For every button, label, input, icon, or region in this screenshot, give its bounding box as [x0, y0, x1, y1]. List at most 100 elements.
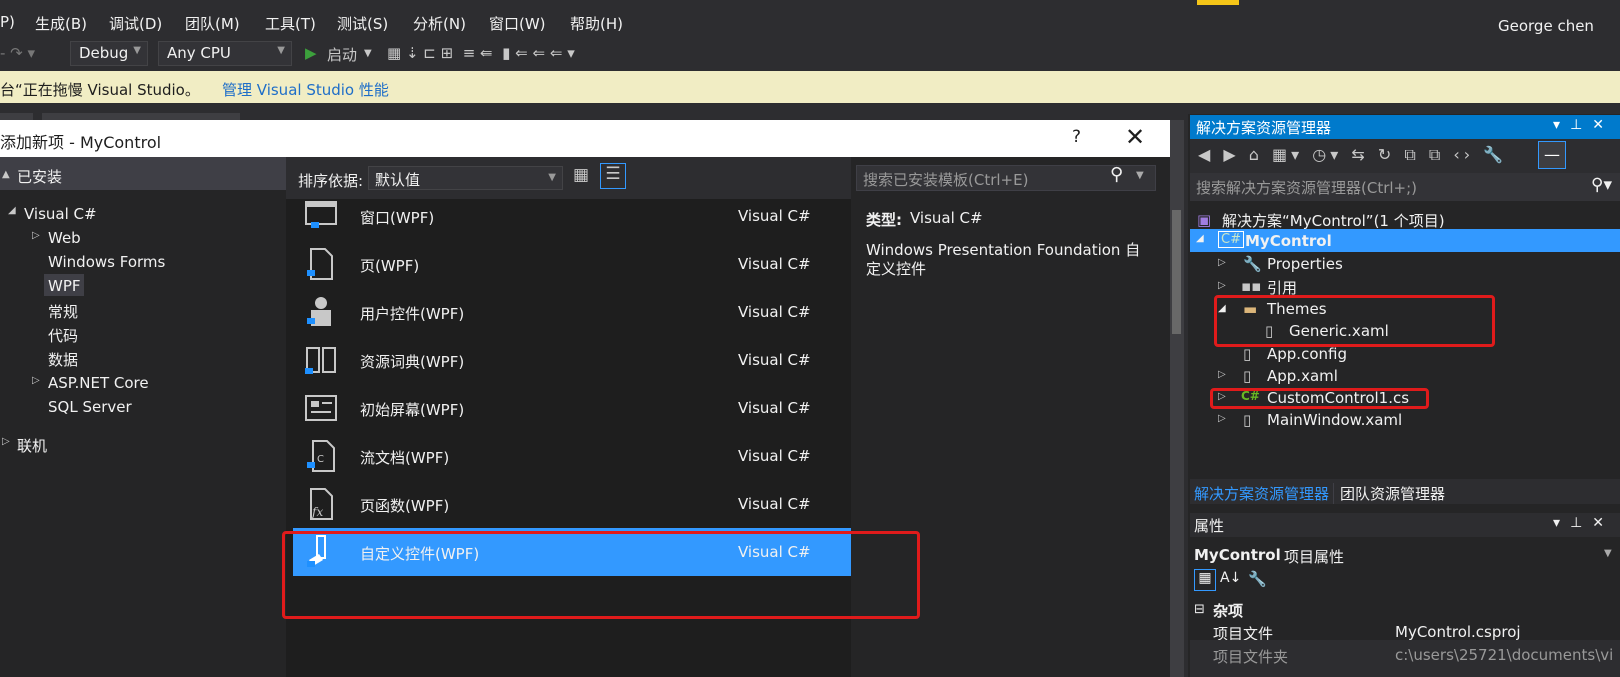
tree-sql-server[interactable]: SQL Server: [48, 398, 132, 416]
template-icon: [303, 246, 339, 282]
expand-icon[interactable]: ▷: [1218, 413, 1226, 424]
template-window-wpf[interactable]: 窗口(WPF) Visual C#: [293, 192, 851, 240]
template-name: 流文档(WPF): [360, 449, 450, 467]
alphabetical-icon[interactable]: A↓: [1220, 570, 1241, 586]
help-button[interactable]: ?: [1072, 127, 1081, 147]
tab-team-explorer[interactable]: 团队资源管理器: [1333, 483, 1445, 504]
editor-scrollbar[interactable]: [1170, 120, 1184, 677]
expand-icon[interactable]: ▷: [1218, 257, 1226, 268]
expand-icon[interactable]: ▷: [32, 375, 40, 386]
menu-window[interactable]: 窗口(W): [489, 13, 546, 34]
category-misc: 杂项: [1213, 602, 1244, 620]
start-dropdown-icon[interactable]: ▼: [364, 48, 372, 59]
menu-team[interactable]: 团队(M): [185, 13, 240, 34]
menu-project[interactable]: P): [0, 13, 15, 31]
panel-window-buttons[interactable]: ▾⊥✕: [1553, 515, 1614, 531]
properties-object-name: MyControl: [1194, 546, 1281, 564]
user-name[interactable]: George chen: [1498, 17, 1594, 35]
categorized-icon[interactable]: ▦: [1194, 569, 1216, 591]
solution-node[interactable]: 解决方案“MyControl”(1 个项目): [1222, 210, 1445, 231]
collapse-icon[interactable]: ◢: [8, 205, 16, 216]
close-button[interactable]: ✕: [1125, 123, 1145, 151]
app-xaml-node[interactable]: App.xaml: [1267, 367, 1338, 385]
expand-icon[interactable]: ▲: [2, 169, 10, 180]
app-config-node[interactable]: App.config: [1267, 345, 1347, 363]
solution-explorer-toolbar: ◀ ▶ ⌂ ▦▾ ◷▾ ⇆ ↻ ⧉ ⧉ ‹› 🔧 —: [1190, 139, 1620, 173]
infobar-message: 台“正在拖慢 Visual Studio。: [0, 81, 200, 99]
tree-aspnet-core[interactable]: ASP.NET Core: [48, 374, 149, 392]
template-name: 页(WPF): [360, 257, 420, 275]
sort-label: 排序依据:: [298, 172, 364, 190]
tree-installed[interactable]: 已安装: [17, 166, 62, 187]
solution-search-input[interactable]: 搜索解决方案资源管理器(Ctrl+;) ⚲▾: [1190, 173, 1620, 201]
menu-build[interactable]: 生成(B): [35, 13, 87, 34]
tree-code[interactable]: 代码: [48, 325, 78, 346]
property-value[interactable]: c:\users\25721\documents\vi: [1395, 646, 1620, 664]
expand-icon[interactable]: ▷: [1218, 369, 1226, 380]
expand-icon[interactable]: ▷: [2, 436, 10, 447]
solution-explorer-tool-icons[interactable]: ◀ ▶ ⌂ ▦▾ ◷▾ ⇆ ↻ ⧉ ⧉ ‹› 🔧: [1198, 145, 1507, 165]
scrollbar-thumb[interactable]: [1172, 210, 1181, 334]
template-icon: fx: [303, 486, 339, 522]
template-icon: [303, 390, 339, 426]
description-type-label: 类型:: [866, 211, 902, 229]
menu-analyze[interactable]: 分析(N): [413, 13, 466, 34]
property-name[interactable]: 项目文件夹: [1213, 646, 1288, 667]
tree-general[interactable]: 常规: [48, 301, 78, 322]
template-resource-dictionary-wpf[interactable]: 资源词典(WPF) Visual C#: [293, 336, 851, 384]
expand-icon[interactable]: ▷: [1218, 280, 1226, 291]
template-icon: [303, 342, 339, 378]
template-splash-screen-wpf[interactable]: 初始屏幕(WPF) Visual C#: [293, 384, 851, 432]
search-icon[interactable]: ⚲: [1110, 164, 1123, 185]
solution-search-placeholder: 搜索解决方案资源管理器(Ctrl+;): [1196, 179, 1418, 197]
tree-visual-csharp[interactable]: Visual C#: [24, 205, 97, 223]
undo-icon[interactable]: - ↷ ▾: [0, 44, 35, 62]
search-icon[interactable]: ⚲▾: [1591, 175, 1612, 195]
tree-online[interactable]: 联机: [17, 435, 47, 456]
document-tabstrip: [0, 103, 1180, 121]
tree-windows-forms[interactable]: Windows Forms: [48, 253, 165, 271]
sort-value: 默认值: [375, 171, 421, 189]
play-icon[interactable]: ▶: [305, 44, 317, 62]
grid-view-icon[interactable]: ▦: [573, 165, 589, 185]
property-value[interactable]: MyControl.csproj: [1395, 623, 1521, 641]
template-page-wpf[interactable]: 页(WPF) Visual C#: [293, 240, 851, 288]
annotation-box-customcontrol-file: [1210, 388, 1429, 409]
notification-tab[interactable]: [1197, 0, 1239, 5]
sort-select[interactable]: 默认值 ▼: [368, 166, 563, 190]
preview-selected-icon[interactable]: —: [1538, 141, 1566, 169]
project-node[interactable]: MyControl: [1245, 232, 1332, 250]
toolbar-icons[interactable]: ▦ ⇣ ⊏ ⊞ ≡ ⇚ ▮ ⇐ ⇐ ⇐ ▾: [387, 44, 575, 62]
tree-web[interactable]: Web: [48, 229, 81, 247]
template-page-function-wpf[interactable]: fx 页函数(WPF) Visual C#: [293, 480, 851, 528]
properties-node[interactable]: Properties: [1267, 255, 1343, 273]
tree-wpf[interactable]: WPF: [48, 277, 81, 295]
menu-tools[interactable]: 工具(T): [265, 13, 316, 34]
configuration-select[interactable]: Debug ▼: [70, 41, 148, 66]
search-options-icon[interactable]: ▼: [1136, 170, 1144, 181]
template-name: 窗口(WPF): [360, 209, 435, 227]
mainwindow-xaml-node[interactable]: MainWindow.xaml: [1267, 411, 1402, 429]
template-usercontrol-wpf[interactable]: 用户控件(WPF) Visual C#: [293, 288, 851, 336]
tree-data[interactable]: 数据: [48, 349, 78, 370]
template-name: 用户控件(WPF): [360, 305, 465, 323]
template-language: Visual C#: [738, 399, 811, 417]
tab-solution-explorer[interactable]: 解决方案资源管理器: [1194, 483, 1329, 504]
menu-help[interactable]: 帮助(H): [570, 13, 623, 34]
start-button[interactable]: 启动: [327, 44, 357, 65]
manage-performance-link[interactable]: 管理 Visual Studio 性能: [222, 79, 389, 100]
panel-window-buttons[interactable]: ▾⊥✕: [1553, 117, 1614, 133]
chevron-down-icon[interactable]: ▼: [1604, 548, 1612, 559]
property-pages-icon[interactable]: 🔧: [1248, 570, 1267, 588]
platform-select[interactable]: Any CPU ▼: [158, 41, 292, 66]
chevron-down-icon: ▼: [548, 172, 556, 183]
template-flow-document-wpf[interactable]: C 流文档(WPF) Visual C#: [293, 432, 851, 480]
menu-debug[interactable]: 调试(D): [109, 13, 162, 34]
references-icon: ▪▪: [1241, 277, 1262, 295]
list-view-icon[interactable]: ☰: [600, 163, 626, 189]
expand-icon[interactable]: ▷: [32, 230, 40, 241]
collapse-category-icon[interactable]: ⊟: [1194, 602, 1205, 617]
properties-title: 属性: [1194, 517, 1225, 535]
collapse-icon[interactable]: ◢: [1196, 233, 1204, 244]
menu-test[interactable]: 测试(S): [337, 13, 388, 34]
